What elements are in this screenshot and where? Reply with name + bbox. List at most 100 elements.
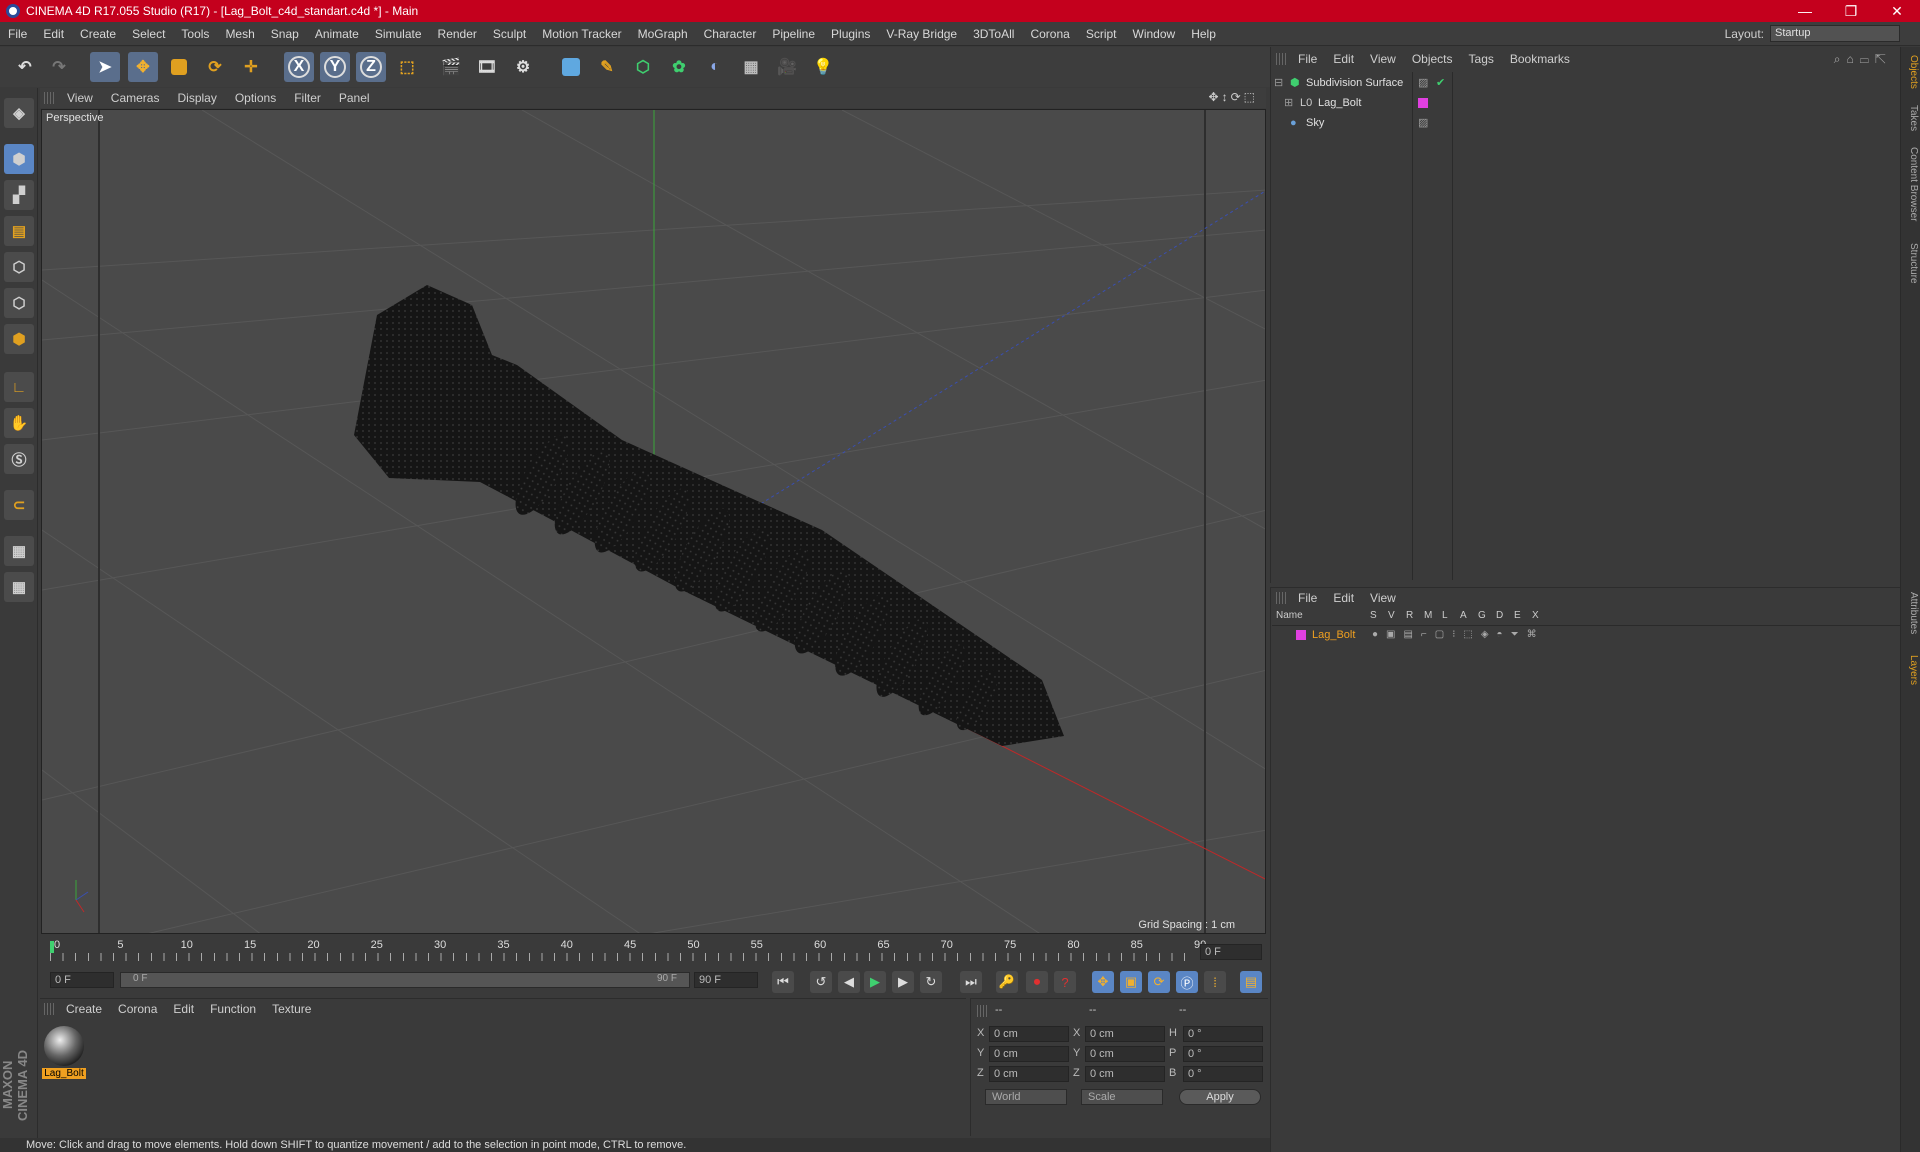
viewport-menu-cameras[interactable]: Cameras <box>102 91 169 105</box>
points-mode-icon[interactable]: ⬡ <box>4 252 34 282</box>
layer-col-d[interactable]: D <box>1496 610 1503 621</box>
coords-grip-icon[interactable] <box>977 1005 987 1017</box>
object-row[interactable]: ⊟ ⬢ Subdivision Surface ▨ ✔ <box>1272 73 1900 93</box>
size-x-field[interactable]: 0 cm <box>1085 1026 1165 1042</box>
tab-attributes[interactable]: Attributes <box>1903 592 1919 634</box>
play-icon[interactable]: ▶ <box>864 971 886 993</box>
viewport-grip-icon[interactable] <box>44 92 54 104</box>
menu-snap[interactable]: Snap <box>263 27 307 41</box>
tab-structure[interactable]: Structure <box>1903 243 1919 284</box>
menu-sculpt[interactable]: Sculpt <box>485 27 534 41</box>
subdivision-surface-icon[interactable]: ⬡ <box>628 52 658 82</box>
layer-col-r[interactable]: R <box>1406 610 1413 621</box>
menu-corona[interactable]: Corona <box>1022 27 1077 41</box>
menu-create[interactable]: Create <box>72 27 124 41</box>
material-menu-texture[interactable]: Texture <box>264 1002 319 1016</box>
layer-menu-view[interactable]: View <box>1362 591 1404 605</box>
tab-layers[interactable]: Layers <box>1903 655 1919 685</box>
obj-menu-tags[interactable]: Tags <box>1461 52 1502 66</box>
current-frame-field[interactable]: 0 F <box>1200 944 1262 960</box>
model-mode-icon[interactable]: ⬢ <box>4 144 34 174</box>
object-row[interactable]: ⊞ L0 Lag_Bolt <box>1272 93 1900 113</box>
layer-col-l[interactable]: L <box>1442 610 1448 621</box>
pos-x-field[interactable]: 0 cm <box>989 1026 1069 1042</box>
undo-icon[interactable]: ↶ <box>10 52 40 82</box>
polygons-mode-icon[interactable]: ⬢ <box>4 324 34 354</box>
autokey-icon[interactable]: ⏺ <box>1026 971 1048 993</box>
layer-color-swatch[interactable] <box>1296 630 1306 640</box>
axis-mode-icon[interactable]: ∟ <box>4 372 34 402</box>
rotate-tool-icon[interactable]: ⟳ <box>200 52 230 82</box>
layer-col-e[interactable]: E <box>1514 610 1521 621</box>
object-row[interactable]: ● Sky ▨ <box>1272 113 1900 133</box>
apply-button[interactable]: Apply <box>1179 1089 1261 1105</box>
menu-motion-tracker[interactable]: Motion Tracker <box>534 27 629 41</box>
rot-b-field[interactable]: 0 ° <box>1183 1066 1263 1082</box>
next-key-icon[interactable]: ↻ <box>920 971 942 993</box>
size-y-field[interactable]: 0 cm <box>1085 1046 1165 1062</box>
material-menu-create[interactable]: Create <box>58 1002 110 1016</box>
material-menu-edit[interactable]: Edit <box>165 1002 202 1016</box>
snap-icon[interactable]: Ⓢ <box>4 444 34 474</box>
frame-range-slider[interactable]: 0 F 90 F <box>120 972 690 988</box>
rot-h-field[interactable]: 0 ° <box>1183 1026 1263 1042</box>
key-pla-icon[interactable]: ⁞ <box>1204 971 1226 993</box>
layer-tag-icon[interactable]: ▨ <box>1418 113 1428 133</box>
menu-help[interactable]: Help <box>1183 27 1224 41</box>
obj-menu-view[interactable]: View <box>1362 52 1404 66</box>
deformer-icon[interactable]: ◐ <box>700 52 730 82</box>
texture-mode-icon[interactable]: ▞ <box>4 180 34 210</box>
close-icon[interactable]: ✕ <box>1874 0 1920 22</box>
material-menu-corona[interactable]: Corona <box>110 1002 165 1016</box>
key-position-icon[interactable]: ✥ <box>1092 971 1114 993</box>
camera-icon[interactable]: 🎥 <box>772 52 802 82</box>
cube-primitive-icon[interactable] <box>556 52 586 82</box>
planar-workplane-icon[interactable]: ▦ <box>4 572 34 602</box>
pen-spline-icon[interactable]: ✎ <box>592 52 622 82</box>
expand-icon[interactable]: ⊟ <box>1274 73 1283 93</box>
layer-row[interactable]: Lag_Bolt ●▣▤⌐▢⁝⬚◈◓⏷⌘ <box>1272 626 1900 644</box>
lag-bolt-model[interactable] <box>354 285 1064 746</box>
tweak-mode-icon[interactable]: ✋ <box>4 408 34 438</box>
layer-grip-icon[interactable] <box>1276 592 1286 604</box>
menu-vray-bridge[interactable]: V-Ray Bridge <box>878 27 965 41</box>
layer-col-x[interactable]: X <box>1532 610 1539 621</box>
key-parameter-icon[interactable]: Ⓟ <box>1176 971 1198 993</box>
layout-dropdown[interactable]: Startup <box>1770 25 1900 42</box>
magnet-icon[interactable]: ⊂ <box>4 490 34 520</box>
workplane-mode-icon[interactable]: ▤ <box>4 216 34 246</box>
obj-menu-file[interactable]: File <box>1290 52 1325 66</box>
layer-color-icon[interactable] <box>1418 98 1428 108</box>
menu-plugins[interactable]: Plugins <box>823 27 878 41</box>
expand-icon[interactable]: ⊞ <box>1284 93 1293 113</box>
viewport-navigation-icons[interactable]: ✥↕⟳⬚ <box>1209 90 1258 104</box>
transform-tool-icon[interactable]: ✛ <box>236 52 266 82</box>
menu-3dtoall[interactable]: 3DToAll <box>965 27 1022 41</box>
viewport-menu-display[interactable]: Display <box>168 91 225 105</box>
tab-takes[interactable]: Takes <box>1903 105 1919 131</box>
timeline-ruler[interactable]: 051015202530354045505560657075808590 0 F <box>40 937 1266 969</box>
key-scale-icon[interactable]: ▣ <box>1120 971 1142 993</box>
coordinate-space-dropdown[interactable]: World <box>985 1089 1067 1105</box>
make-editable-icon[interactable]: ◈ <box>4 98 34 128</box>
x-axis-lock-button[interactable]: X <box>284 52 314 82</box>
viewport-menu-options[interactable]: Options <box>226 91 285 105</box>
menu-render[interactable]: Render <box>430 27 485 41</box>
object-grip-icon[interactable] <box>1276 53 1286 65</box>
timeline-window-icon[interactable]: ▤ <box>1240 971 1262 993</box>
menu-window[interactable]: Window <box>1125 27 1184 41</box>
menu-animate[interactable]: Animate <box>307 27 367 41</box>
render-picture-viewer-icon[interactable]: 🎞 <box>472 52 502 82</box>
menu-mesh[interactable]: Mesh <box>217 27 262 41</box>
viewport-menu-view[interactable]: View <box>58 91 102 105</box>
cloner-icon[interactable]: ✿ <box>664 52 694 82</box>
scale-tool-icon[interactable] <box>164 52 194 82</box>
perspective-viewport[interactable]: Perspective Grid Spacing : 1 cm <box>41 109 1266 934</box>
edges-mode-icon[interactable]: ⬡ <box>4 288 34 318</box>
layer-col-a[interactable]: A <box>1460 610 1467 621</box>
layer-menu-edit[interactable]: Edit <box>1325 591 1362 605</box>
render-view-icon[interactable]: 🎬 <box>436 52 466 82</box>
layer-col-name[interactable]: Name <box>1276 610 1303 621</box>
viewport-menu-panel[interactable]: Panel <box>330 91 379 105</box>
menu-tools[interactable]: Tools <box>173 27 217 41</box>
